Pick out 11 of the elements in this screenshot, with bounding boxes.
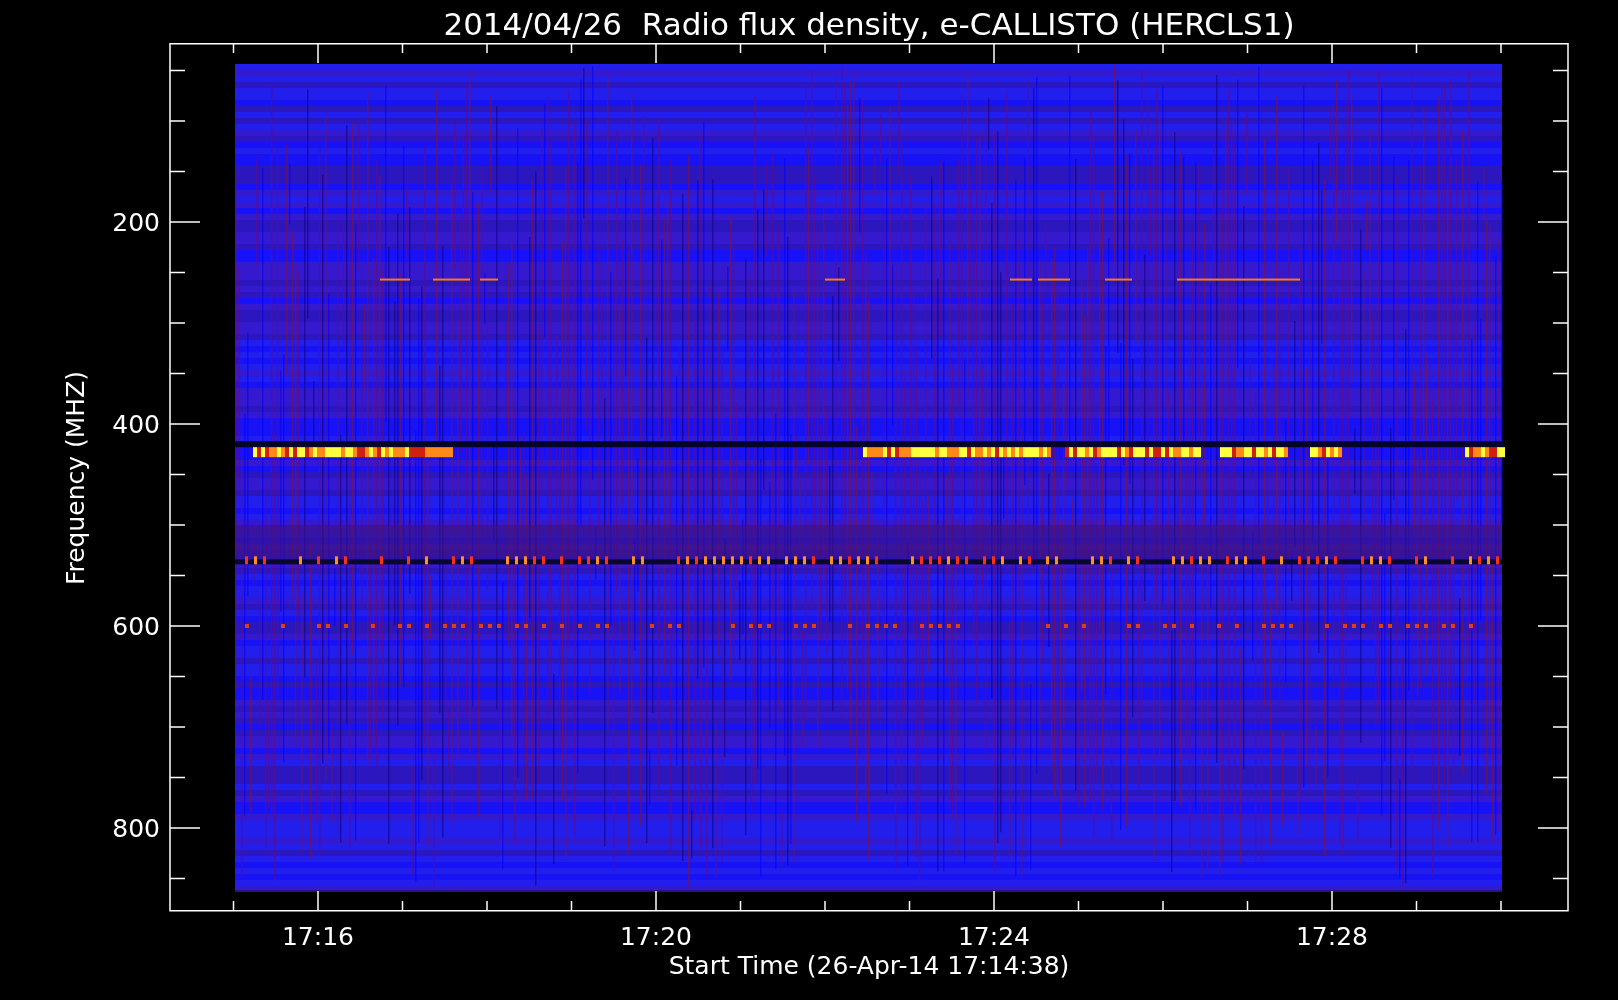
x-tick-label: 17:16 [282,922,354,951]
x-tick-label: 17:20 [620,922,692,951]
y-tick-label: 800 [112,814,160,843]
y-tick-label: 400 [112,410,160,439]
chart-title: 2014/04/26 Radio flux density, e-CALLISTO (HERCLS1) [443,5,1295,43]
y-axis-title: Frequency (MHZ) [61,370,90,586]
x-axis-title: Start Time (26-Apr-14 17:14:38) [668,951,1070,980]
y-tick-label: 200 [112,208,160,237]
y-tick-label: 600 [112,612,160,641]
x-tick-label: 17:24 [958,922,1030,951]
x-tick-label: 17:28 [1296,922,1368,951]
